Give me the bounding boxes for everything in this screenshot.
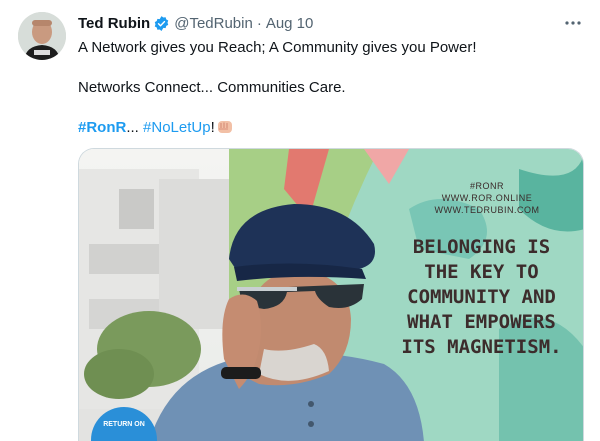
tweet-media-image[interactable]: #RONR WWW.ROR.ONLINE WWW.TEDRUBIN.COM BE… bbox=[78, 148, 584, 441]
tweet-line-2: Networks Connect... Communities Care. bbox=[78, 79, 346, 96]
ellipsis-text: ... bbox=[126, 119, 139, 136]
poster-small-line-2: WWW.ROR.ONLINE bbox=[441, 193, 533, 203]
poster-urls: #RONR WWW.ROR.ONLINE WWW.TEDRUBIN.COM bbox=[407, 180, 567, 216]
tweet-header: Ted Rubin @TedRubin · Aug 10 bbox=[78, 12, 313, 34]
author-handle[interactable]: @TedRubin bbox=[174, 15, 253, 32]
poster-small-line-3: WWW.TEDRUBIN.COM bbox=[434, 205, 540, 215]
hashtag-ronr[interactable]: #RonR bbox=[78, 119, 126, 136]
verified-badge-icon bbox=[153, 15, 170, 32]
tweet-line-1: A Network gives you Reach; A Community g… bbox=[78, 39, 477, 56]
tweet-line-3: #RonR... #NoLetUp! bbox=[78, 118, 583, 138]
poster-small-line-1: #RONR bbox=[469, 181, 504, 191]
hashtag-noletup[interactable]: #NoLetUp bbox=[143, 119, 211, 136]
tweet[interactable]: Ted Rubin @TedRubin · Aug 10 A Network g… bbox=[0, 0, 600, 441]
poster-quote-line: WHAT EMPOWERS bbox=[407, 311, 556, 333]
poster-quote-line: COMMUNITY AND bbox=[407, 286, 556, 308]
exclaim-text: ! bbox=[210, 119, 215, 136]
poster-quote-line: ITS MAGNETISM. bbox=[401, 336, 562, 358]
poster-quote: BELONGING IS THE KEY TO COMMUNITY AND WH… bbox=[379, 235, 583, 360]
tweet-date[interactable]: Aug 10 bbox=[266, 15, 314, 32]
author-name[interactable]: Ted Rubin bbox=[78, 15, 150, 32]
tweet-text: A Network gives you Reach; A Community g… bbox=[78, 38, 583, 138]
fist-emoji-icon bbox=[217, 120, 233, 134]
poster-quote-line: THE KEY TO bbox=[424, 261, 539, 283]
header-separator: · bbox=[256, 14, 262, 32]
poster-quote-line: BELONGING IS bbox=[412, 236, 551, 258]
avatar[interactable] bbox=[18, 12, 66, 60]
more-icon[interactable] bbox=[562, 12, 584, 34]
